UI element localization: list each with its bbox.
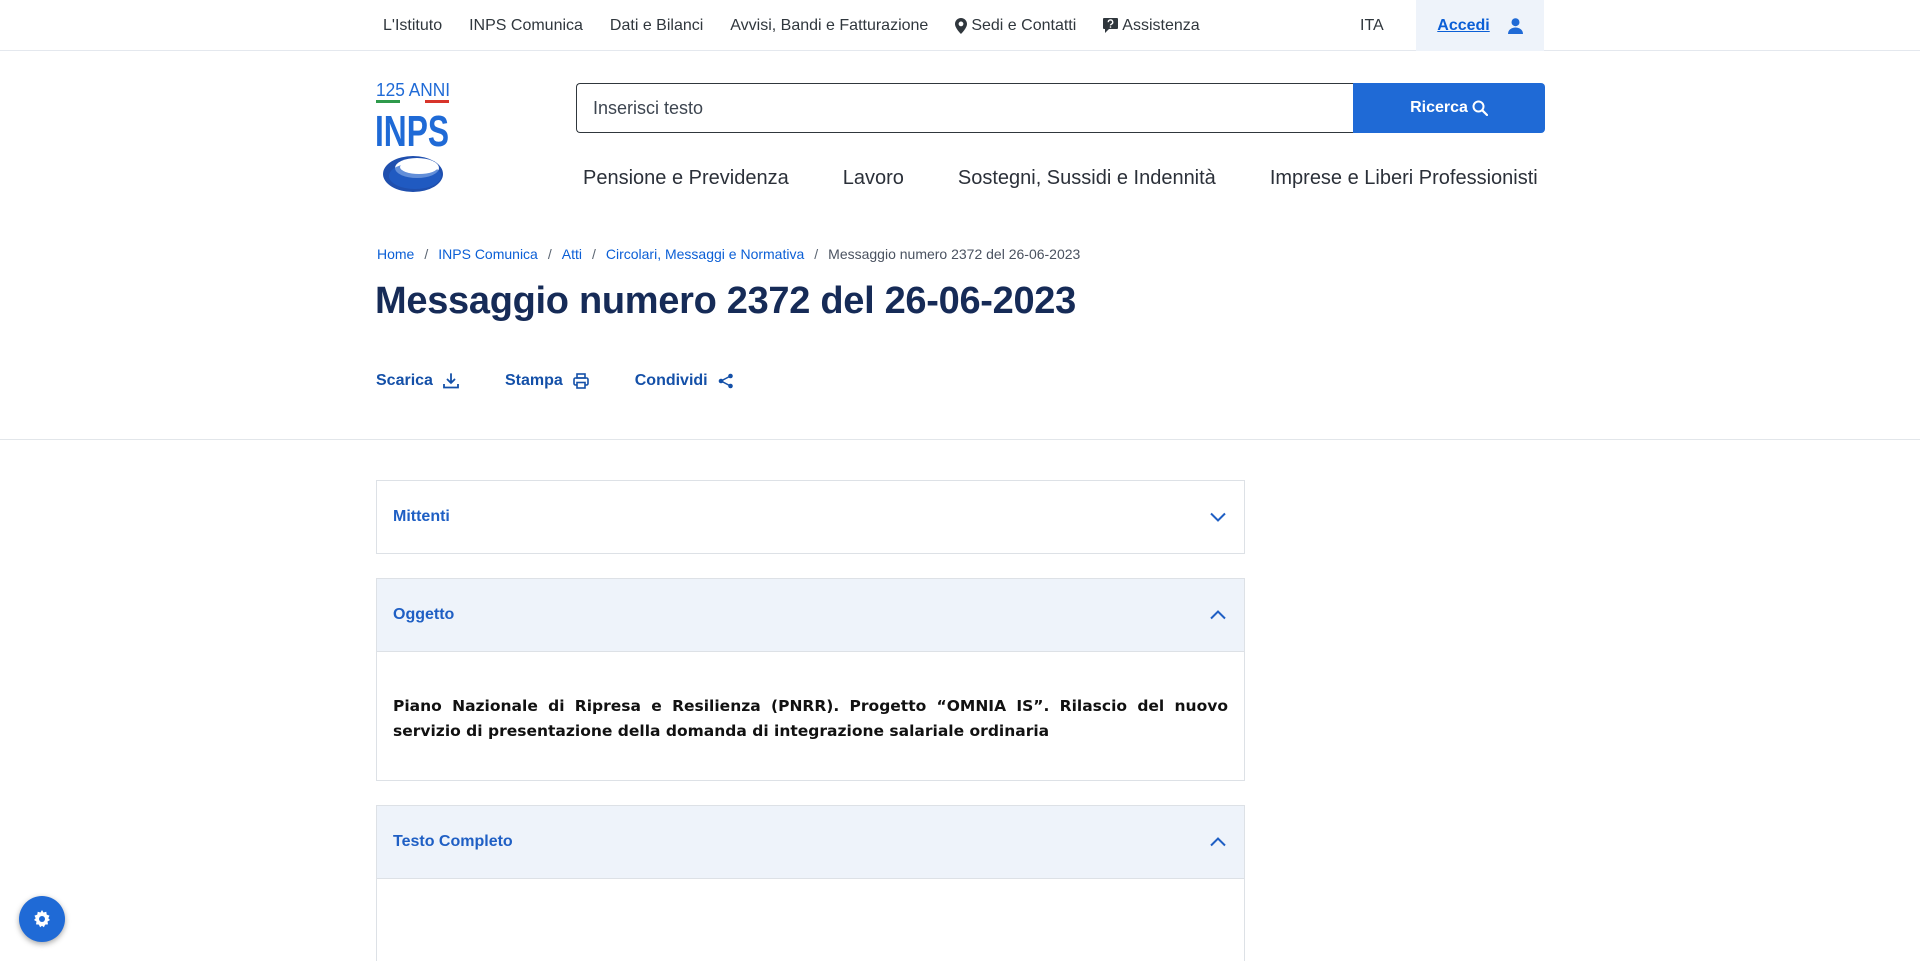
header-divider [0, 439, 1920, 440]
share-icon [718, 373, 733, 389]
main-nav-lavoro[interactable]: Lavoro [843, 167, 904, 190]
utility-link-label: Sedi e Contatti [971, 16, 1077, 34]
breadcrumb-circolari[interactable]: Circolari, Messaggi e Normativa [606, 246, 804, 262]
search-input[interactable] [576, 83, 1353, 133]
accordion-testo-completo: Testo Completo [376, 805, 1245, 961]
download-button[interactable]: Scarica [376, 372, 459, 390]
download-label: Scarica [376, 372, 433, 389]
chevron-down-icon [1210, 512, 1226, 522]
utility-link-label: Assistenza [1122, 16, 1200, 34]
main-nav: Pensione e Previdenza Lavoro Sostegni, S… [583, 160, 1592, 196]
user-icon [1507, 17, 1523, 34]
breadcrumb-separator: / [424, 246, 429, 262]
utility-link-assistenza[interactable]: Assistenza [1103, 16, 1200, 35]
accordion-header-mittenti[interactable]: Mittenti [377, 481, 1244, 553]
accordion-oggetto: Oggetto Piano Nazionale di Ripresa e Res… [376, 578, 1245, 781]
accordion-title: Mittenti [393, 508, 450, 525]
accordion-title: Testo Completo [393, 833, 513, 850]
accordion-header-oggetto[interactable]: Oggetto [377, 579, 1244, 651]
accordion-header-testo-completo[interactable]: Testo Completo [377, 806, 1244, 878]
accordion-body-testo-completo [377, 878, 1244, 961]
login-label: Accedi [1437, 16, 1490, 34]
breadcrumb-home[interactable]: Home [377, 246, 414, 262]
search-icon [1472, 100, 1488, 116]
logo-brand-text: INPS [375, 107, 449, 156]
main-nav-sostegni[interactable]: Sostegni, Sussidi e Indennità [958, 167, 1216, 190]
search-button-label: Ricerca [1410, 99, 1468, 116]
chevron-up-icon [1210, 610, 1226, 620]
share-label: Condividi [634, 372, 708, 389]
breadcrumb-separator: / [814, 246, 819, 262]
main-nav-pensione[interactable]: Pensione e Previdenza [583, 167, 789, 190]
page-title: Messaggio numero 2372 del 26-06-2023 [375, 280, 1076, 322]
search-bar: Ricerca [576, 83, 1545, 133]
utility-link-sedi-contatti[interactable]: Sedi e Contatti [955, 17, 1076, 35]
breadcrumb: Home / INPS Comunica / Atti / Circolari,… [377, 246, 1080, 262]
oggetto-text: Piano Nazionale di Ripresa e Resilienza … [393, 697, 1228, 740]
utility-link-inps-comunica[interactable]: INPS Comunica [469, 17, 583, 35]
utility-link-dati-bilanci[interactable]: Dati e Bilanci [610, 17, 703, 35]
main-nav-imprese[interactable]: Imprese e Liberi Professionisti [1270, 167, 1538, 190]
breadcrumb-atti[interactable]: Atti [562, 246, 582, 262]
utility-link-istituto[interactable]: L'Istituto [383, 17, 442, 35]
breadcrumb-current: Messaggio numero 2372 del 26-06-2023 [828, 246, 1081, 262]
accordion-title: Oggetto [393, 606, 455, 623]
language-selector[interactable]: ITA [1360, 0, 1384, 51]
accordion-mittenti: Mittenti [376, 480, 1245, 554]
login-button[interactable]: Accedi [1416, 0, 1544, 51]
utility-nav: L'Istituto INPS Comunica Dati e Bilanci … [383, 0, 1227, 51]
accessibility-settings-button[interactable] [19, 896, 65, 942]
chevron-up-icon [1210, 837, 1226, 847]
share-button[interactable]: Condividi [635, 372, 734, 390]
print-button[interactable]: Stampa [505, 372, 589, 390]
accordion-body-oggetto: Piano Nazionale di Ripresa e Resilienza … [377, 651, 1244, 744]
utility-link-avvisi-bandi[interactable]: Avvisi, Bandi e Fatturazione [730, 17, 928, 35]
search-button[interactable]: Ricerca [1353, 83, 1545, 133]
utility-bar: L'Istituto INPS Comunica Dati e Bilanci … [0, 0, 1920, 51]
help-bubble-icon [1103, 18, 1119, 33]
logo-anniversary-text: 125 ANNI [376, 80, 450, 100]
print-label: Stampa [504, 372, 563, 389]
inps-logo[interactable]: 125 ANNI INPS [375, 79, 453, 195]
document-actions: Scarica Stampa Condividi [376, 372, 780, 390]
breadcrumb-separator: / [547, 246, 552, 262]
download-icon [443, 373, 459, 389]
breadcrumb-separator: / [591, 246, 596, 262]
breadcrumb-inps-comunica[interactable]: INPS Comunica [438, 246, 538, 262]
map-pin-icon [955, 17, 968, 34]
gear-icon [34, 910, 50, 928]
print-icon [572, 373, 589, 389]
